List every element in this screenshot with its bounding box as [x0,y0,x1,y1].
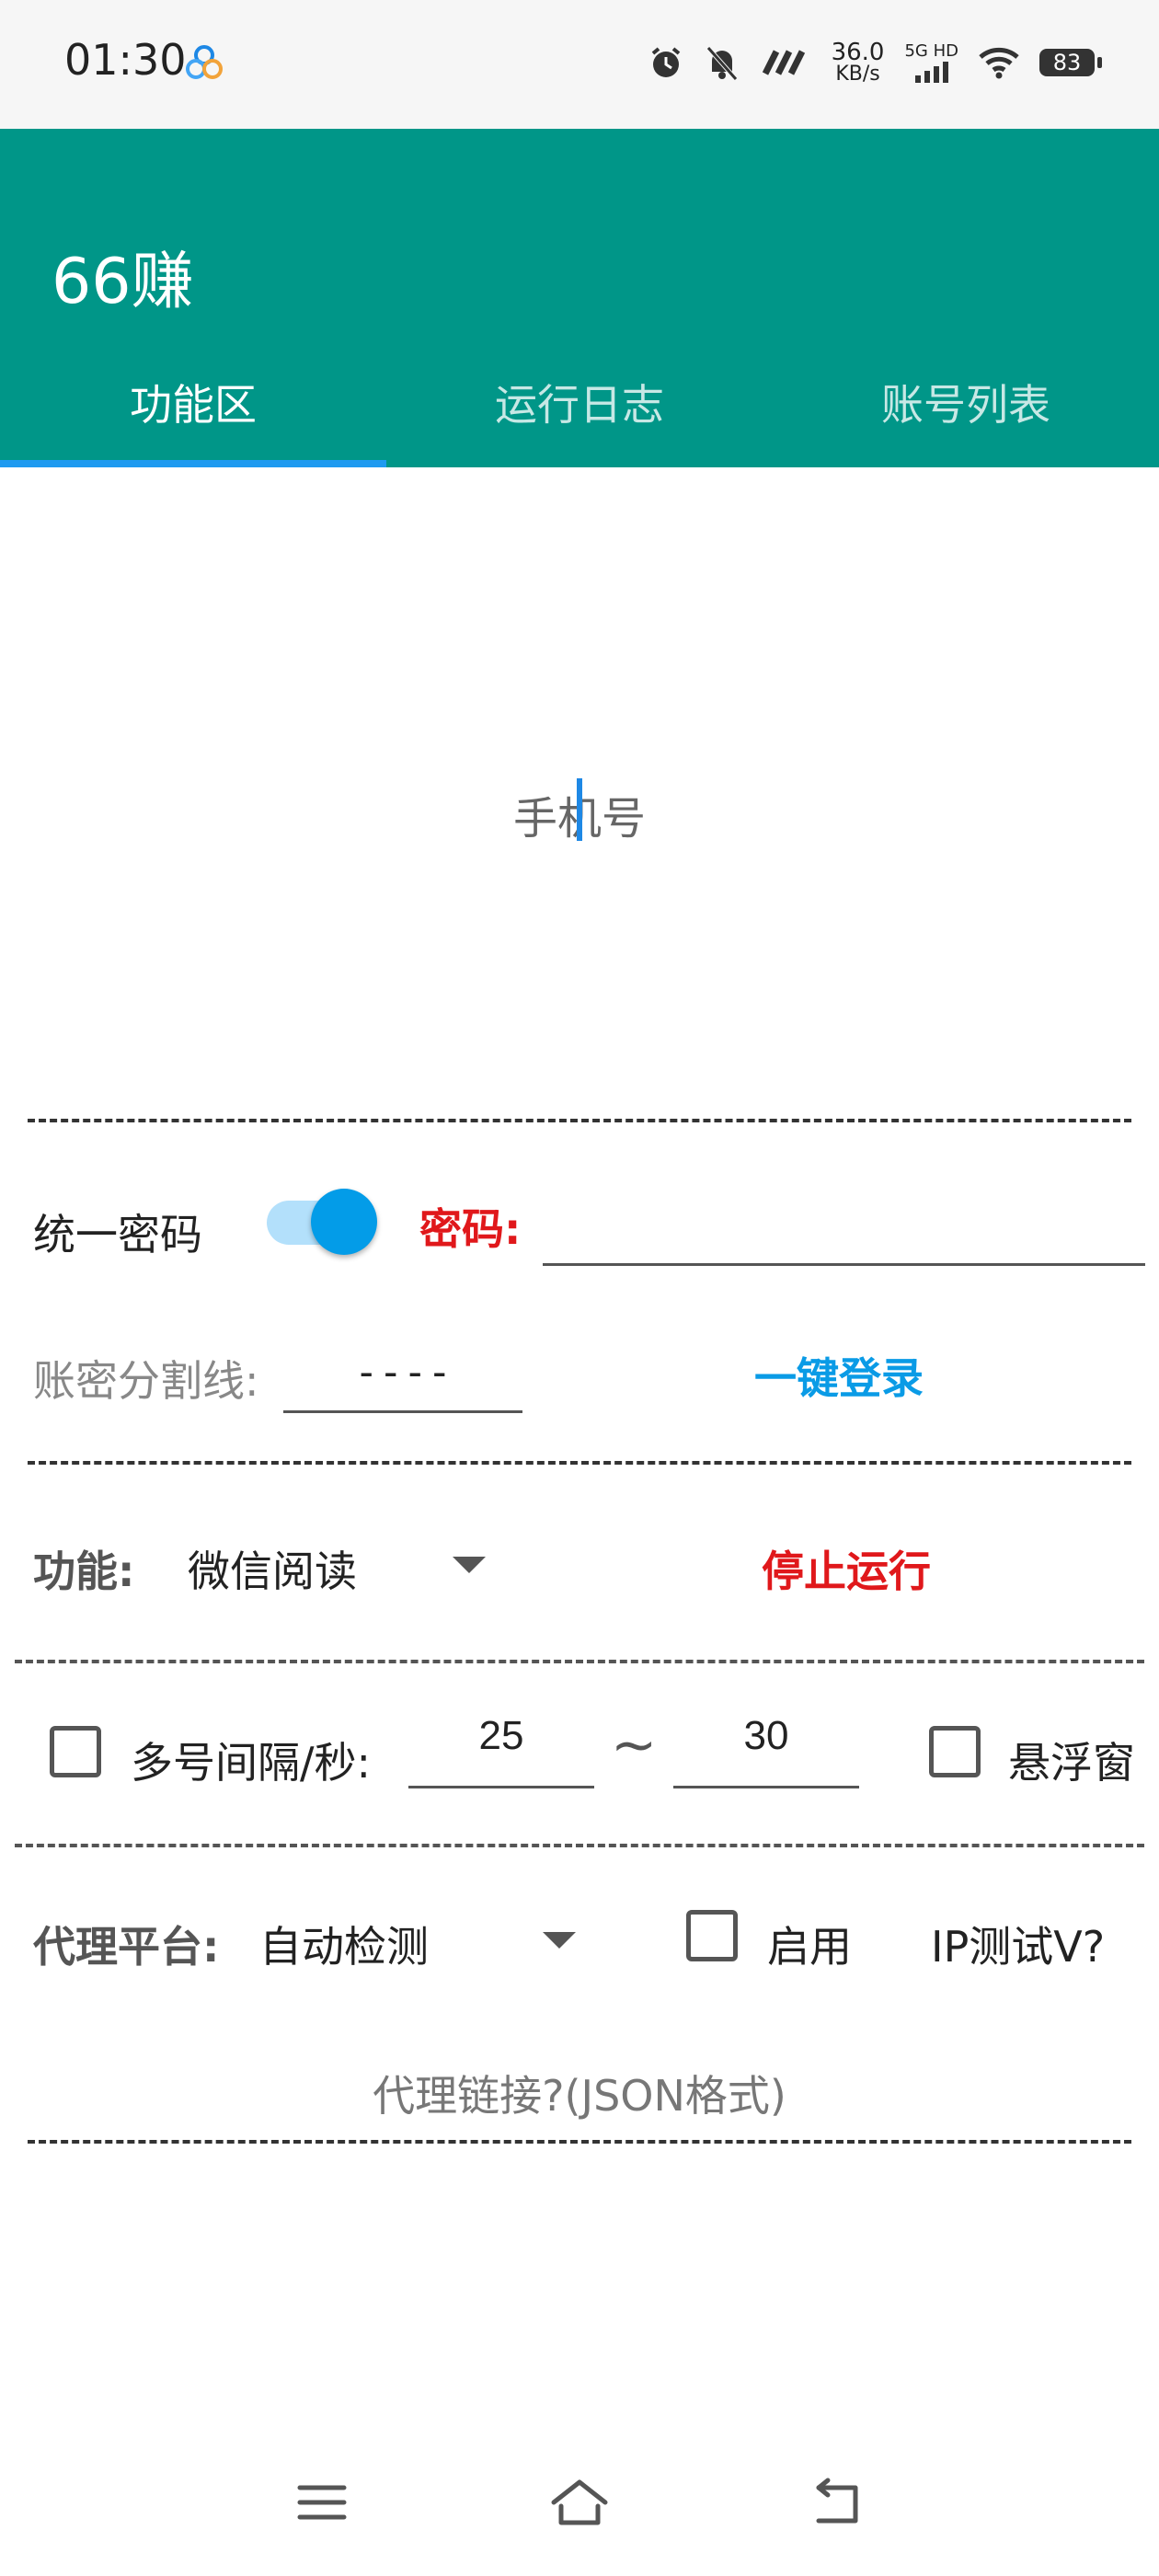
status-icons: 36.0 KB/s 5G HD 83 [648,35,1102,90]
wifi-icon [979,47,1019,79]
battery-indicator: 83 [1039,49,1102,76]
divider [28,1461,1131,1465]
divider [15,1844,1144,1847]
back-icon[interactable] [809,2475,866,2530]
status-time: 01:30 [64,35,187,85]
one-click-login-button[interactable]: 一键登录 [754,1345,924,1406]
proxy-platform-label: 代理平台: [33,1922,220,1972]
password-label: 密码: [419,1204,522,1254]
password-field[interactable] [543,1187,1145,1266]
net-speed-value: 36.0 [831,39,885,66]
tab-account-list[interactable]: 账号列表 [773,368,1159,460]
function-label: 功能: [33,1547,135,1596]
alarm-icon [651,47,680,77]
tab-functions[interactable]: 功能区 [0,368,386,460]
proxy-link-placeholder: 代理链接?(JSON格式) [373,2071,786,2121]
floating-window-label: 悬浮窗 [1008,1738,1135,1788]
tab-run-log[interactable]: 运行日志 [386,368,773,460]
dropdown-arrow-icon [453,1557,486,1573]
network-type: 5G HD [904,41,958,61]
separator-field[interactable] [283,1334,522,1413]
tab-indicator [0,460,386,467]
signal-icon [914,62,948,83]
text-cursor [577,778,582,841]
dropdown-arrow-icon [543,1932,576,1949]
ip-test-button[interactable]: IP测试V? [931,1914,1105,1974]
net-speed: 36.0 KB/s [832,40,885,85]
divider [28,1119,1131,1122]
interval-label: 多号间隔/秒: [131,1738,371,1788]
interval-max-field[interactable] [673,1709,859,1788]
interval-checkbox[interactable] [50,1726,101,1777]
mute-bell-icon [706,46,738,81]
menu-icon[interactable] [294,2475,350,2530]
proxy-platform-value: 自动检测 [259,1922,429,1972]
divider [28,2140,1131,2144]
unified-password-label: 统一密码 [33,1210,202,1259]
divider [15,1660,1144,1663]
separator-label: 账密分割线: [33,1356,259,1406]
interval-min-field[interactable] [408,1709,594,1788]
proxy-enable-label: 启用 [767,1922,852,1972]
floating-window-checkbox[interactable] [929,1726,981,1777]
cell-signal: 5G HD [904,42,958,83]
toggle-thumb[interactable] [311,1189,377,1255]
app-title: 66赚 [52,246,194,318]
app-notification-icon [186,45,223,79]
function-select-value: 微信阅读 [188,1547,357,1596]
home-icon[interactable] [548,2475,611,2530]
proxy-enable-checkbox[interactable] [686,1910,738,1961]
net-speed-unit: KB/s [835,63,880,86]
nfc-icon [762,50,805,75]
stop-running-button[interactable]: 停止运行 [762,1538,931,1599]
interval-range-separator: ~ [611,1713,658,1777]
